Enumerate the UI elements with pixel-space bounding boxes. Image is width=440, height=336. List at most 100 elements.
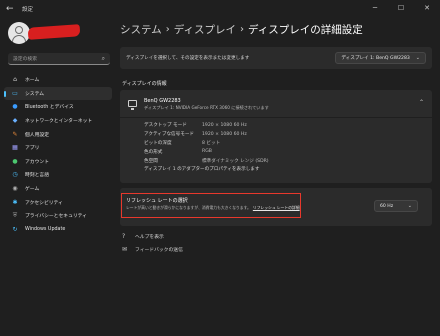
property-key: 色空間 [144, 158, 158, 164]
property-key: ビットの深度 [144, 140, 172, 146]
close-icon[interactable]: ✕ [414, 0, 440, 16]
sidebar-item-label: Bluetooth とデバイス [25, 105, 74, 111]
shield-icon: ⛨ [12, 211, 18, 219]
chevron-down-icon: ⌄ [415, 55, 420, 61]
update-icon: ↻ [12, 225, 18, 233]
display-properties: デスクトップ モード 1920 × 1080 60 Hz アクティブな信号モード… [144, 121, 269, 174]
breadcrumb-separator: › [165, 24, 170, 35]
sidebar-nav: ⌂ ホーム ▭ システム ● Bluetooth とデバイス ◆ ネットワークと… [4, 73, 112, 236]
chevron-up-icon[interactable]: ⌃ [419, 99, 424, 106]
feedback-link-label: フィードバックの送信 [135, 248, 183, 253]
accessibility-icon: ✱ [12, 198, 18, 206]
bluetooth-icon: ● [12, 103, 18, 111]
search-icon: ⌕ [101, 54, 105, 62]
refresh-rate-dropdown[interactable]: 60 Hz ⌄ [374, 200, 418, 212]
help-link[interactable]: ? ヘルプを表示 [122, 230, 183, 243]
sidebar-item-label: 個人用設定 [25, 132, 49, 138]
minimize-icon[interactable]: ─ [362, 0, 388, 16]
sidebar-item-label: ホーム [25, 78, 40, 84]
breadcrumb-system[interactable]: システム [120, 22, 162, 37]
app-title: 設定 [22, 7, 34, 13]
sidebar-item-privacy[interactable]: ⛨ プライバシーとセキュリティ [4, 209, 112, 223]
sidebar-item-label: アプリ [25, 146, 40, 152]
property-row: デスクトップ モード 1920 × 1080 60 Hz [144, 121, 269, 130]
clock-icon: ◷ [12, 171, 18, 179]
redacted-username [27, 24, 81, 40]
home-icon: ⌂ [13, 76, 17, 84]
display-select-label: ディスプレイを選択して、その設定を表示または変更します [126, 56, 250, 61]
property-value: 1920 × 1080 60 Hz [202, 131, 247, 137]
brush-icon: ✎ [12, 130, 18, 138]
game-icon: ◉ [12, 185, 18, 193]
sidebar-item-label: ネットワークとインターネット [25, 119, 93, 125]
display-select-dropdown[interactable]: ディスプレイ 1: BenQ GW2283 ⌄ [335, 52, 426, 64]
section-title: ディスプレイの情報 [122, 81, 167, 87]
sidebar-item-label: Windows Update [25, 226, 66, 232]
sidebar-item-personalization[interactable]: ✎ 個人用設定 [4, 127, 112, 141]
page-title: ディスプレイの詳細設定 [247, 24, 363, 36]
search-input[interactable]: 設定の検索 ⌕ [8, 53, 110, 65]
sidebar-item-network[interactable]: ◆ ネットワークとインターネット [4, 114, 112, 128]
display-select-card: ディスプレイを選択して、その設定を表示または変更します ディスプレイ 1: Be… [120, 47, 432, 69]
search-placeholder: 設定の検索 [13, 57, 37, 62]
sidebar-item-accounts[interactable]: ● アカウント [4, 155, 112, 169]
sidebar-item-bluetooth[interactable]: ● Bluetooth とデバイス [4, 100, 112, 114]
monitor-subtitle: ディスプレイ 1: NVIDIA GeForce RTX 3060 に接続されて… [144, 105, 269, 110]
property-row: 色空間 標準ダイナミック レンジ (SDR) [144, 156, 269, 165]
system-icon: ▭ [12, 89, 18, 97]
main-content: システム › ディスプレイ › ディスプレイの詳細設定 ディスプレイを選択して、… [116, 18, 440, 336]
refresh-rate-details-link[interactable]: リフレッシュ レートの詳細 [253, 205, 300, 210]
display-select-value: ディスプレイ 1: BenQ GW2283 [341, 56, 410, 61]
breadcrumb-display[interactable]: ディスプレイ [174, 22, 236, 37]
breadcrumb: システム › ディスプレイ › ディスプレイの詳細設定 [120, 22, 363, 37]
title-bar: ← 設定 ─ ☐ ✕ [0, 0, 440, 18]
feedback-link[interactable]: ✉ フィードバックの送信 [122, 243, 183, 256]
property-key: デスクトップ モード [144, 123, 187, 129]
monitor-name: BenQ GW2283 [144, 98, 181, 104]
sidebar-item-label: プライバシーとセキュリティ [25, 214, 87, 220]
refresh-rate-title: リフレッシュ レートの選択 [126, 198, 188, 204]
network-icon: ◆ [12, 117, 18, 125]
sidebar-item-gaming[interactable]: ◉ ゲーム [4, 182, 112, 196]
breadcrumb-separator: › [239, 24, 244, 35]
sidebar-item-label: ゲーム [25, 187, 40, 193]
property-value: RGB [202, 149, 212, 155]
chevron-down-icon: ⌄ [407, 203, 412, 209]
user-profile[interactable] [8, 22, 30, 44]
property-row: アクティブな信号モード 1920 × 1080 60 Hz [144, 130, 269, 139]
account-icon: ● [12, 157, 18, 165]
sidebar: 設定の検索 ⌕ ⌂ ホーム ▭ システム ● Bluetooth とデバイス ◆… [0, 18, 116, 336]
feedback-icon: ✉ [122, 246, 128, 253]
avatar [8, 22, 30, 44]
sidebar-item-apps[interactable]: ▦ アプリ [4, 141, 112, 155]
property-value: 1920 × 1080 60 Hz [202, 122, 247, 128]
property-value: 標準ダイナミック レンジ (SDR) [202, 158, 269, 164]
window-controls: ─ ☐ ✕ [362, 0, 440, 16]
property-row: ビットの深度 8 ビット [144, 139, 269, 148]
sidebar-item-windows-update[interactable]: ↻ Windows Update [4, 223, 112, 237]
property-row: ディスプレイ 1 のアダプターのプロパティを表示します [144, 165, 269, 174]
sidebar-item-home[interactable]: ⌂ ホーム [4, 73, 112, 87]
refresh-rate-description: レートが高いと動きが滑らかになりますが、消費電力も大きくなります。 リフレッシュ … [126, 205, 300, 211]
help-links: ? ヘルプを表示 ✉ フィードバックの送信 [122, 230, 183, 256]
refresh-rate-value: 60 Hz [380, 203, 394, 209]
refresh-rate-description-text: レートが高いと動きが滑らかになりますが、消費電力も大きくなります。 [126, 205, 251, 210]
maximize-icon[interactable]: ☐ [388, 0, 414, 16]
sidebar-item-label: アクセシビリティ [25, 200, 63, 206]
property-key: アクティブな信号モード [144, 132, 195, 138]
sidebar-item-accessibility[interactable]: ✱ アクセシビリティ [4, 195, 112, 209]
property-row: 色の形式 RGB [144, 147, 269, 156]
sidebar-item-time-language[interactable]: ◷ 時刻と言語 [4, 168, 112, 182]
property-key: 色の形式 [144, 149, 163, 155]
help-icon: ? [122, 233, 126, 240]
property-value: 8 ビット [202, 140, 221, 146]
adapter-properties-link[interactable]: ディスプレイ 1 のアダプターのプロパティを表示します [144, 166, 260, 172]
sidebar-item-label: 時刻と言語 [25, 173, 49, 179]
display-info-card: BenQ GW2283 ディスプレイ 1: NVIDIA GeForce RTX… [120, 90, 432, 183]
refresh-rate-card: リフレッシュ レートの選択 レートが高いと動きが滑らかになりますが、消費電力も大… [120, 188, 432, 226]
monitor-icon [128, 100, 137, 110]
back-arrow-icon[interactable]: ← [6, 4, 20, 14]
sidebar-item-system[interactable]: ▭ システム [4, 86, 112, 101]
display-info-header[interactable]: BenQ GW2283 ディスプレイ 1: NVIDIA GeForce RTX… [120, 90, 432, 118]
sidebar-item-label: アカウント [25, 159, 49, 165]
